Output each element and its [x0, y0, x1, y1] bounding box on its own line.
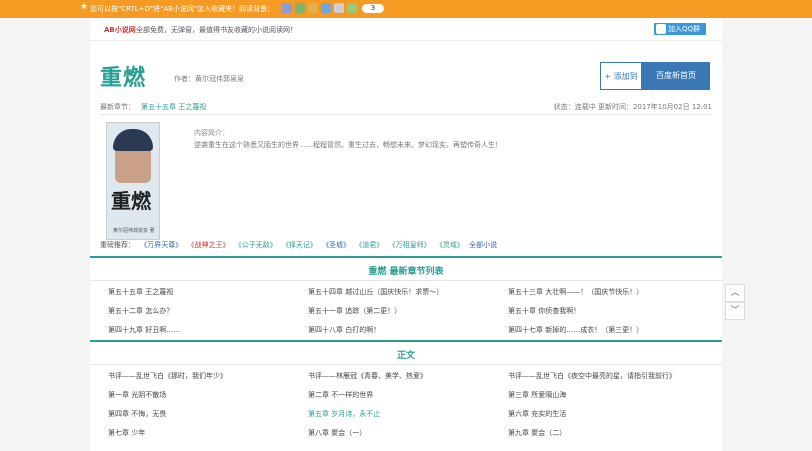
add-to-button[interactable]: + 添加到	[600, 62, 642, 90]
chapter-link[interactable]: 第四十七章 新掉的……成衣！（第三更！）	[508, 325, 643, 335]
chapter-link[interactable]: 第二章 不一样的世界	[308, 390, 373, 400]
chapter-link[interactable]: 第五十四章 越过山丘（国庆快乐！求票～）	[308, 287, 443, 297]
chapter-link[interactable]: 第四十九章 好丑啊……	[108, 325, 180, 335]
baidu-home-button[interactable]: 百度新首页	[642, 62, 710, 90]
recommend-link[interactable]: 《万相皇师》	[389, 241, 431, 249]
site-header: AB小说网 全部免费，无弹窗，最值得书友收藏的小说阅读网！ 加入QQ群	[90, 18, 722, 41]
site-logo[interactable]: AB小说网	[104, 25, 136, 35]
bg-color-swatch[interactable]	[308, 3, 318, 13]
chapter-link[interactable]: 第四十八章 白打的啊！	[308, 325, 380, 335]
chapter-link[interactable]: 第五十一章 追踪（第二更！）	[308, 306, 401, 316]
bg-color-swatch[interactable]	[334, 3, 344, 13]
chapter-link[interactable]: 第八章 聚会（一）	[308, 428, 366, 438]
latest-section-title: 重燃 最新章节列表	[368, 267, 444, 277]
book-status: 状态：连载中 更新时间：2017年10月02日 12:01	[553, 103, 712, 111]
chapter-link[interactable]: 第六章 充实的生活	[508, 409, 566, 419]
recommend-label: 重磅推荐：	[100, 241, 135, 249]
top-notice-bar: ★ 您可以按"CRTL+D"将"AB小说网"加入收藏夹！阅读背景： 3	[0, 0, 812, 18]
recommend-link[interactable]: 全部小说	[469, 241, 497, 249]
recommendations: 重磅推荐： 《万界天尊》 《战神之王》 《公子无敌》 《择天记》 《圣墟》 《道…	[100, 240, 497, 250]
latest-chapter-line: 最新章节： 第五十五章 王之蔑视	[100, 102, 206, 112]
qq-icon	[656, 24, 666, 34]
book-author: 作者：黄尔冠伟郭泉泉	[174, 75, 244, 83]
divider	[90, 280, 722, 281]
chapter-link[interactable]: 第三章 所爱隔山海	[508, 390, 566, 400]
join-qq-group-button[interactable]: 加入QQ群	[654, 23, 706, 35]
divider	[100, 114, 712, 115]
chapter-link[interactable]: 第五十五章 王之蔑视	[108, 287, 173, 297]
bookmark-notice: 您可以按"CRTL+D"将"AB小说网"加入收藏夹！阅读背景：	[90, 5, 275, 13]
bg-color-swatch[interactable]	[347, 3, 357, 13]
chapter-link[interactable]: 第一章 光阴不散场	[108, 390, 166, 400]
chapter-link[interactable]: 第九章 聚会（二）	[508, 428, 566, 438]
chapter-link[interactable]: 第四章 不悔，无畏	[108, 409, 166, 419]
main-container: AB小说网 全部免费，无弹窗，最值得书友收藏的小说阅读网！ 加入QQ群 重燃 作…	[90, 18, 722, 451]
intro-label: 内容简介：	[194, 129, 229, 137]
chapter-link[interactable]: 书评——乱世飞白《夜空中最亮的星，请指引我前行》	[508, 371, 676, 381]
chapter-link[interactable]: 第七章 少年	[108, 428, 145, 438]
page-number-input[interactable]: 3	[362, 4, 384, 13]
book-title: 重燃	[100, 66, 147, 91]
scroll-down-button[interactable]: ﹀	[725, 302, 745, 320]
join-qq-group-label: 加入QQ群	[668, 25, 701, 33]
site-slogan: 全部免费，无弹窗，最值得书友收藏的小说阅读网！	[136, 26, 297, 34]
main-section-title: 正文	[396, 351, 415, 361]
section-divider	[90, 256, 722, 258]
scroll-up-button[interactable]: ︿	[725, 284, 745, 302]
bg-color-swatch[interactable]	[282, 3, 292, 13]
latest-label: 最新章节：	[100, 103, 135, 111]
cover-hair	[113, 129, 153, 151]
divider	[90, 364, 722, 365]
intro-text: 逆袭重生在这个熟悉又陌生的世界……程程冒然。重生过去，畅想未来。梦幻现实，再塑传…	[194, 141, 502, 149]
recommend-link[interactable]: 《择天记》	[282, 241, 317, 249]
chapter-link[interactable]: 书评——乱世飞白《那时，我们年少》	[108, 371, 227, 381]
latest-chapter-link[interactable]: 第五十五章 王之蔑视	[141, 103, 206, 111]
chapter-link[interactable]: 第五十章 你侦查我啊！	[508, 306, 580, 316]
chapter-link[interactable]: 第五十三章 大壮啊——！（国庆节快乐！）	[508, 287, 643, 297]
cover-title: 重燃	[111, 189, 151, 213]
recommend-link[interactable]: 《万界天尊》	[140, 241, 182, 249]
cover-author: 黄尔冠伟郭泉泉 著	[113, 228, 155, 234]
chapter-link[interactable]: 第五章 岁月诗，永不止	[308, 409, 380, 419]
section-divider	[90, 340, 722, 342]
chapter-link[interactable]: 第五十二章 怎么办？	[108, 306, 173, 316]
recommend-link[interactable]: 《圣墟》	[322, 241, 350, 249]
book-cover-image[interactable]: 重燃 黄尔冠伟郭泉泉 著	[106, 122, 160, 240]
recommend-link[interactable]: 《灵域》	[436, 241, 464, 249]
recommend-link[interactable]: 《道君》	[355, 241, 383, 249]
background-color-switcher[interactable]	[282, 3, 357, 13]
bg-color-swatch[interactable]	[295, 3, 305, 13]
recommend-link[interactable]: 《公子无敌》	[235, 241, 277, 249]
star-icon: ★	[80, 2, 89, 12]
recommend-link[interactable]: 《战神之王》	[187, 241, 229, 249]
bg-color-swatch[interactable]	[321, 3, 331, 13]
chapter-link[interactable]: 书评——林雁冠《青春、美学、热爱》	[308, 371, 427, 381]
